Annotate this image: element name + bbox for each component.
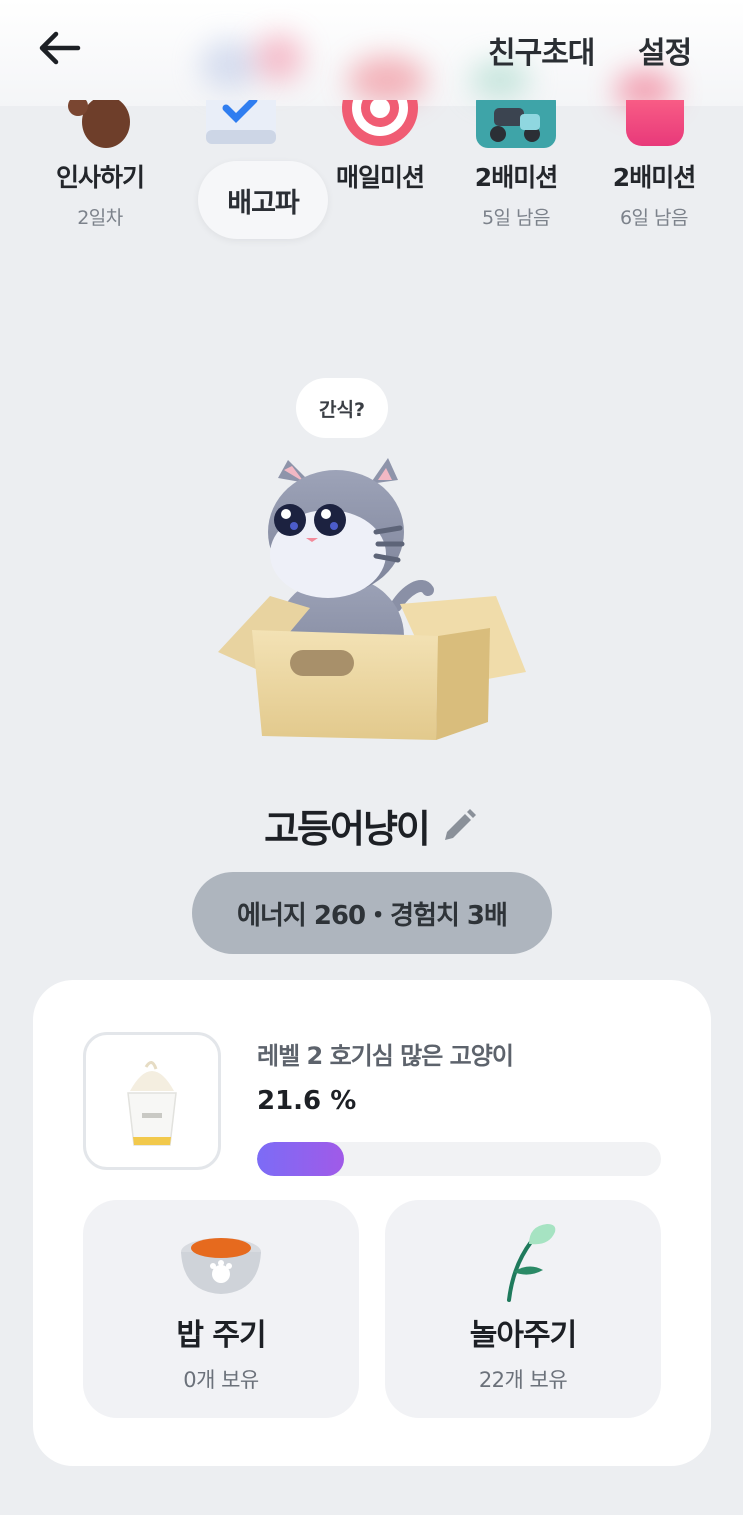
- cat-toy-icon: [473, 1222, 573, 1302]
- level-percent: 21.6 %: [257, 1086, 357, 1116]
- mission-sub: 6일 남음: [619, 207, 689, 229]
- feed-count: 0개 보유: [183, 1368, 259, 1392]
- pet-cat-in-box[interactable]: [200, 440, 540, 750]
- level-title: 레벨 2 호기심 많은 고양이: [257, 1042, 514, 1070]
- play-count: 22개 보유: [478, 1368, 568, 1392]
- ice-cream-icon: [127, 1061, 177, 1146]
- level-progress-bar: [257, 1142, 661, 1176]
- target-icon: [338, 100, 422, 152]
- level-card: 레벨 2 호기심 많은 고양이 21.6 % 밥 주기 0개 보유 놀아주기 2…: [33, 980, 711, 1466]
- pet-name-text: 고등어냥이: [264, 807, 431, 851]
- pet-status-bubble: 배고파: [198, 161, 328, 239]
- pet-speech-bubble: 간식?: [296, 378, 388, 438]
- mission-label: 2배미션: [474, 163, 558, 192]
- play-label: 놀아주기: [469, 1318, 577, 1353]
- top-bar: 친구초대 설정: [0, 0, 743, 110]
- mission-label: 인사하기: [55, 163, 145, 192]
- paw-icon: [58, 100, 142, 152]
- blurred-decoration: [200, 40, 260, 90]
- gift-icon: [612, 100, 696, 152]
- mission-item-greeting[interactable]: 인사하기 2일차: [30, 100, 170, 230]
- mission-item-checklist[interactable]: [170, 100, 310, 158]
- blurred-decoration: [348, 56, 426, 104]
- arrow-left-icon: [39, 31, 81, 65]
- level-progress-fill: [257, 1142, 345, 1176]
- mission-list: 인사하기 2일차 매일미션 2배미션 5일 남음 2배미션 6일 남음: [0, 100, 743, 250]
- pencil-icon[interactable]: [439, 806, 479, 846]
- mission-sub: 5일 남음: [481, 207, 551, 229]
- settings-link[interactable]: 설정: [638, 28, 692, 72]
- mission-item-daily[interactable]: 매일미션: [310, 100, 450, 194]
- mission-item-double-1[interactable]: 2배미션 5일 남음: [446, 100, 586, 230]
- blurred-decoration: [255, 34, 303, 82]
- pet-stats-pill: 에너지 260・경험치 3배: [192, 872, 552, 954]
- level-reward-thumbnail: [83, 1032, 221, 1170]
- mission-label: 2배미션: [612, 163, 696, 192]
- back-button[interactable]: [34, 26, 84, 70]
- food-bowl-icon: [171, 1222, 271, 1302]
- mission-label: 매일미션: [335, 163, 425, 192]
- scooter-icon: [474, 100, 558, 152]
- checklist-icon: [198, 100, 282, 152]
- pet-name: 고등어냥이: [0, 798, 743, 853]
- invite-friends-link[interactable]: 친구초대: [488, 28, 595, 72]
- play-button[interactable]: 놀아주기 22개 보유: [385, 1200, 661, 1418]
- mission-item-double-2[interactable]: 2배미션 6일 남음: [584, 100, 724, 230]
- mission-sub: 2일차: [77, 207, 123, 229]
- feed-button[interactable]: 밥 주기 0개 보유: [83, 1200, 359, 1418]
- feed-label: 밥 주기: [176, 1318, 266, 1353]
